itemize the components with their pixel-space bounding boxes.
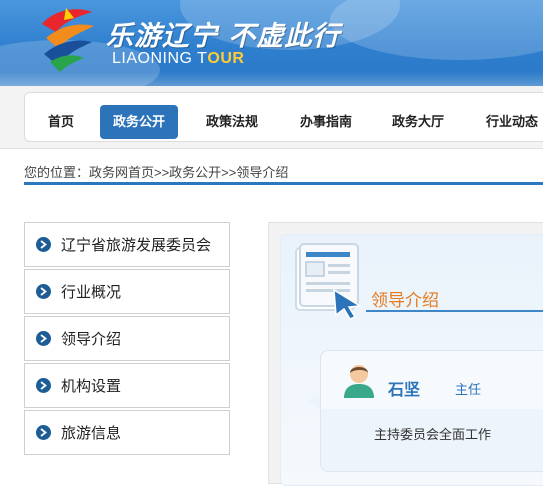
person-avatar-icon: [344, 365, 374, 398]
sidebar-item-label: 辽宁省旅游发展委员会: [61, 237, 212, 254]
nav-item-service-guide[interactable]: 办事指南: [287, 105, 365, 139]
sidebar-item-organization[interactable]: 机构设置: [24, 363, 230, 408]
breadcrumb: 您的位置：政务网首页>>政务公开>>领导介绍: [24, 165, 289, 180]
chevron-right-circle-icon: [36, 331, 51, 346]
sidebar: 辽宁省旅游发展委员会 行业概况 领导介绍 机构设置 旅游信息: [24, 222, 230, 457]
breadcrumb-divider: [24, 182, 543, 185]
leader-duty: 主持委员会全面工作: [374, 427, 492, 442]
banner-slogan: 乐游辽宁 不虚此行: [106, 21, 341, 52]
liaoning-tour-logo-icon[interactable]: [36, 4, 100, 74]
sidebar-item-tourism-committee[interactable]: 辽宁省旅游发展委员会: [24, 222, 230, 267]
sidebar-item-label: 领导介绍: [61, 331, 122, 348]
section-title: 领导介绍: [371, 291, 439, 310]
brand-wordmark: LIAONING TOUR: [112, 50, 244, 68]
nav-container: 首页 政务公开 政策法规 办事指南 政务大厅 行业动态: [24, 92, 543, 142]
banner-base: [0, 72, 543, 86]
leader-card-pointer: [307, 392, 320, 410]
brand-suffix: OUR: [207, 50, 245, 67]
sidebar-item-tourism-info[interactable]: 旅游信息: [24, 410, 230, 455]
sidebar-item-label: 旅游信息: [61, 425, 122, 442]
banner-cloud: [330, 0, 543, 60]
chevron-right-circle-icon: [36, 284, 51, 299]
sidebar-item-label: 机构设置: [61, 378, 122, 395]
header-banner: 乐游辽宁 不虚此行 LIAONING TOUR: [0, 0, 543, 86]
brand-prefix: LIAONING T: [112, 50, 208, 67]
sidebar-item-industry-overview[interactable]: 行业概况: [24, 269, 230, 314]
chevron-right-circle-icon: [36, 425, 51, 440]
chevron-right-circle-icon: [36, 378, 51, 393]
sidebar-item-label: 行业概况: [61, 284, 122, 301]
main-navbar: 首页 政务公开 政策法规 办事指南 政务大厅 行业动态: [0, 86, 543, 149]
chevron-right-circle-icon: [36, 237, 51, 252]
nav-item-government-affairs[interactable]: 政务公开: [100, 105, 178, 139]
nav-item-industry-news[interactable]: 行业动态: [473, 105, 543, 139]
leader-name: 石坚: [388, 382, 421, 399]
leader-title: 主任: [455, 382, 482, 397]
section-title-underline: [366, 310, 543, 312]
nav-item-policies[interactable]: 政策法规: [193, 105, 271, 139]
nav-item-home[interactable]: 首页: [35, 105, 87, 139]
sidebar-item-leadership[interactable]: 领导介绍: [24, 316, 230, 361]
document-cursor-icon: [295, 243, 363, 320]
nav-item-service-hall[interactable]: 政务大厅: [379, 105, 457, 139]
